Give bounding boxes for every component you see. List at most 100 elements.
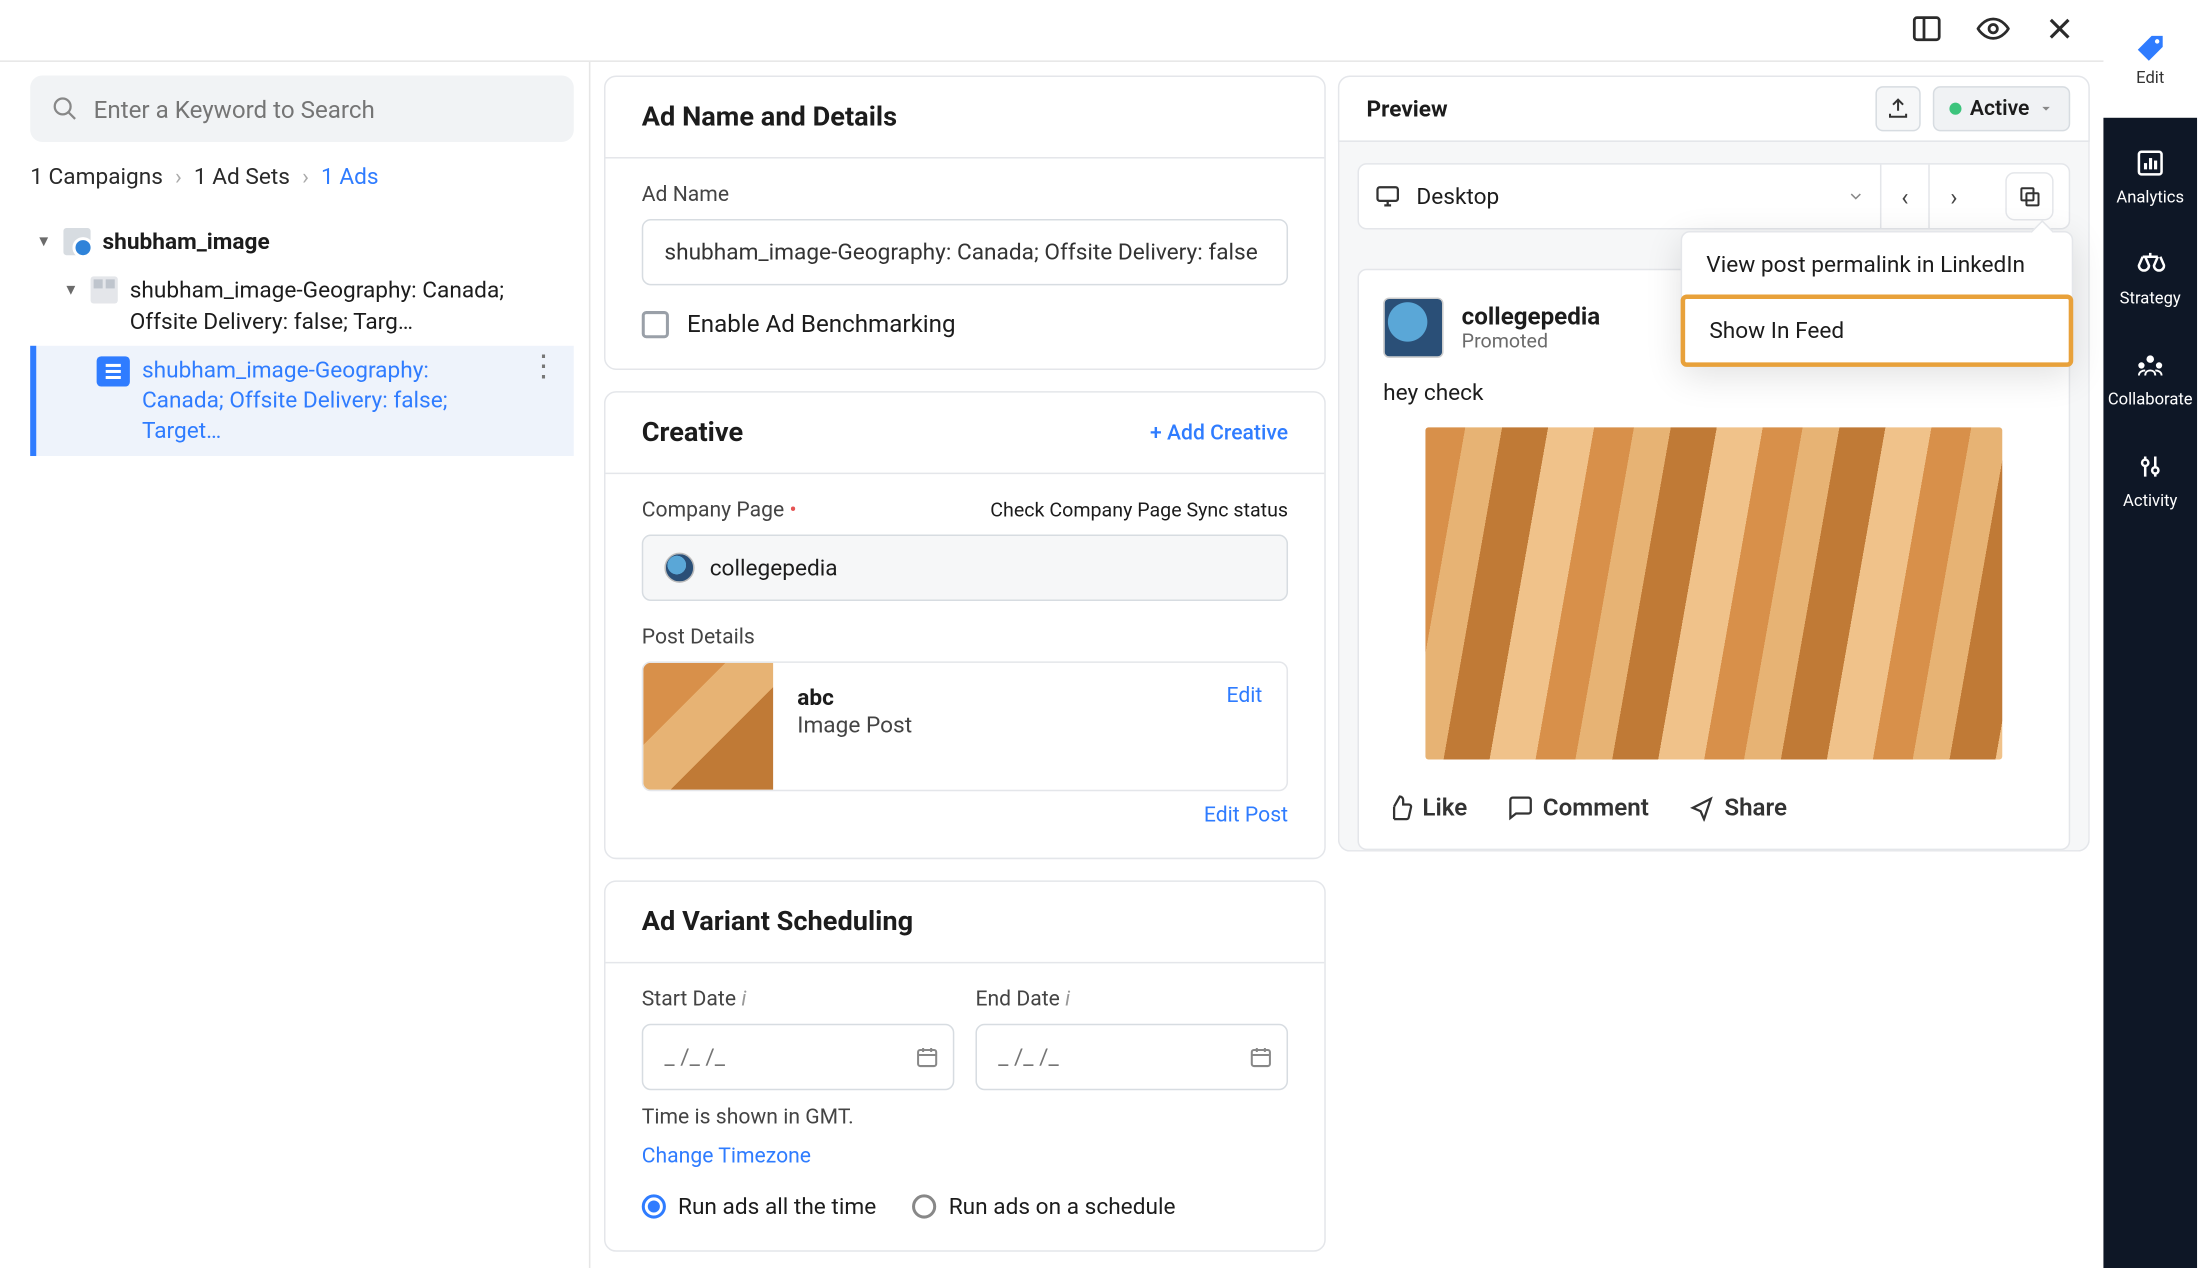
popover-show-in-feed[interactable]: Show In Feed [1681,294,2074,366]
company-page-label: Company Page • [642,498,797,522]
benchmark-toggle[interactable]: Enable Ad Benchmarking [642,310,1288,339]
share-icon [1688,794,1715,821]
start-date-label: Start Date i [642,988,955,1012]
export-icon[interactable] [1875,86,1920,131]
rail-activity[interactable]: Activity [2123,451,2177,510]
company-avatar-icon [664,553,694,583]
crumb-campaigns[interactable]: 1 Campaigns [30,163,163,190]
next-variant-button[interactable]: › [1930,165,1978,228]
rail-strategy[interactable]: Strategy [2120,249,2181,308]
post-details-label: Post Details [642,625,1288,649]
rail-item-label: Collaborate [2108,390,2193,410]
start-date-input[interactable] [642,1024,955,1090]
tree-ad-label: shubham_image-Geography: Canada; Offsite… [142,354,507,446]
run-all-time-option[interactable]: Run ads all the time [642,1193,876,1220]
divider [589,62,591,1268]
scheduling-card: Ad Variant Scheduling Start Date i [604,880,1326,1251]
creative-heading: Creative [642,417,743,449]
ad-name-input[interactable] [642,219,1288,285]
run-schedule-option[interactable]: Run ads on a schedule [912,1193,1175,1220]
checkbox-icon[interactable] [642,310,669,337]
comment-icon [1507,794,1534,821]
popover-permalink[interactable]: View post permalink in LinkedIn [1682,233,2072,296]
search-bar[interactable] [30,76,574,142]
panel-toggle-icon[interactable] [1910,12,1943,45]
device-selector-row: Desktop ‹ › [1357,163,2070,229]
device-value: Desktop [1416,183,1831,210]
company-page-select[interactable]: collegepedia [642,535,1288,601]
tree-adset-row[interactable]: ▼ shubham_image-Geography: Canada; Offsi… [30,266,574,345]
end-date-label: End Date i [975,988,1288,1012]
promoted-label: Promoted [1462,331,1600,354]
ad-details-card: Ad Name and Details Ad Name Enable Ad Be… [604,76,1326,370]
post-text: hey check [1383,379,2044,406]
post-title: abc [797,684,912,711]
company-page-sync-link[interactable]: Check Company Page Sync status [990,499,1288,522]
creative-card: Creative + Add Creative Company Page • C… [604,391,1326,859]
post-edit-link[interactable]: Edit [1227,684,1263,769]
preview-column: Preview Active Desktop [1338,76,2090,852]
search-input[interactable] [94,94,553,123]
company-page-value: collegepedia [710,554,838,581]
rail-analytics[interactable]: Analytics [2116,148,2184,207]
status-label: Active [1970,97,2030,121]
crumb-ads[interactable]: 1 Ads [321,163,379,190]
details-column: Ad Name and Details Ad Name Enable Ad Be… [604,76,1326,1252]
search-icon [51,95,78,122]
post-image [1425,427,2002,759]
preview-eye-icon[interactable] [1977,12,2010,45]
preview-header: Preview Active [1338,76,2090,142]
preview-popover: View post permalink in LinkedIn Show In … [1681,231,2074,367]
close-icon[interactable] [2043,12,2076,45]
radio-icon[interactable] [642,1194,666,1218]
device-select[interactable]: Desktop [1374,183,1865,210]
chevron-down-icon[interactable]: ▼ [63,281,78,301]
crumb-adsets[interactable]: 1 Ad Sets [194,163,290,190]
tag-icon [2132,31,2168,64]
right-rail: Edit Analytics Strategy Collaborate Acti… [2103,0,2197,1268]
edit-post-link[interactable]: Edit Post [642,803,1288,827]
ad-details-heading: Ad Name and Details [642,101,897,133]
calendar-icon[interactable] [915,1045,939,1069]
card-heading: Ad Name and Details [606,77,1325,159]
tree-campaign-label: shubham_image [103,227,568,258]
rail-collaborate[interactable]: Collaborate [2108,350,2193,409]
chevron-down-icon[interactable]: ▼ [36,233,51,253]
tree-adset-label: shubham_image-Geography: Canada; Offsite… [130,275,568,336]
desktop-icon [1374,183,1401,210]
status-pill[interactable]: Active [1932,86,2070,131]
calendar-icon[interactable] [1249,1045,1273,1069]
prev-variant-button[interactable]: ‹ [1881,165,1929,228]
comment-button[interactable]: Comment [1507,793,1649,822]
folder-icon [63,228,90,255]
author-avatar [1383,297,1443,357]
post-thumbnail [643,663,773,790]
share-button[interactable]: Share [1688,793,1787,822]
radio-icon[interactable] [912,1194,936,1218]
run-schedule-label: Run ads on a schedule [949,1193,1176,1220]
end-date-input[interactable] [975,1024,1288,1090]
rail-edit[interactable]: Edit [2103,0,2197,118]
chevron-down-icon [2039,101,2054,116]
run-all-time-label: Run ads all the time [678,1193,876,1220]
add-creative-link[interactable]: + Add Creative [1150,421,1288,445]
more-menu-icon[interactable]: ⋮ [519,354,567,375]
divider [0,60,2103,62]
campaign-tree: ▼ shubham_image ▼ shubham_image-Geograph… [30,217,574,455]
ad-icon [97,356,130,386]
adset-icon [90,277,117,304]
change-timezone-link[interactable]: Change Timezone [642,1145,811,1169]
post-details-row[interactable]: abc Image Post Edit [642,661,1288,791]
preview-body: Desktop ‹ › View post permalink in Linke… [1338,142,2090,852]
preview-open-button[interactable] [2005,172,2053,220]
chevron-right-icon: › [302,163,309,190]
author-name: collegepedia [1462,302,1600,331]
benchmark-label: Enable Ad Benchmarking [687,310,956,339]
ad-name-label: Ad Name [642,183,1288,207]
tree-campaign-row[interactable]: ▼ shubham_image [30,217,574,266]
left-sidebar: 1 Campaigns › 1 Ad Sets › 1 Ads ▼ shubha… [30,76,574,456]
rail-edit-label: Edit [2136,67,2164,87]
like-button[interactable]: Like [1386,793,1467,822]
tree-ad-row[interactable]: shubham_image-Geography: Canada; Offsite… [30,345,574,455]
breadcrumb: 1 Campaigns › 1 Ad Sets › 1 Ads [30,163,574,190]
